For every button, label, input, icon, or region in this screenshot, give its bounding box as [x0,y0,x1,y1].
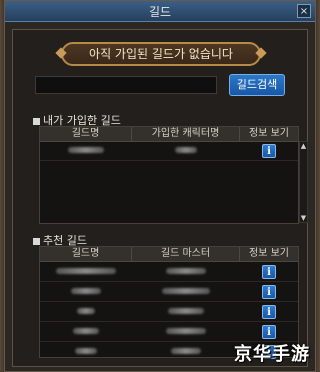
guild-window: 길드 × 아직 가입된 길드가 없습니다 길드검색 내가 가입한 길드 길드명 … [4,0,316,372]
section-bullet-icon [33,117,40,125]
guild-master-cell [132,347,240,357]
scroll-up-icon[interactable]: ▲ [300,142,307,150]
character-name-cell [132,146,240,156]
column-guild-master: 길드 마스터 [132,247,240,261]
info-cell: i [240,264,298,279]
info-cell: i [240,144,298,158]
table-row[interactable]: i [40,302,298,322]
table-row[interactable]: i [40,142,298,161]
recommended-table-header: 길드명 길드 마스터 정보 보기 [40,247,298,262]
guild-master-cell [132,307,240,317]
titlebar[interactable]: 길드 × [5,1,315,22]
blurred-text [162,287,210,294]
info-icon[interactable]: i [262,144,276,158]
guild-master-cell [132,327,240,337]
guild-name-cell [40,327,132,337]
no-guild-banner: 아직 가입된 길드가 없습니다 [61,42,261,66]
guild-name-cell [40,347,132,357]
blurred-text [77,307,95,314]
table-row[interactable]: i [40,322,298,342]
blurred-text [166,267,206,274]
close-button[interactable]: × [297,4,311,18]
table-row[interactable]: i [40,282,298,302]
blurred-text [68,147,104,153]
guild-name-cell [40,307,132,317]
my-guild-table: 길드명 가입한 캐릭터명 정보 보기 i ▲ ▼ [39,126,308,224]
info-icon[interactable]: i [262,324,276,339]
column-guild-name: 길드명 [40,127,132,141]
table-row[interactable]: i [40,262,298,282]
guild-search-button[interactable]: 길드검색 [229,74,285,96]
blurred-text [75,347,97,354]
guild-panel: 아직 가입된 길드가 없습니다 길드검색 내가 가입한 길드 길드명 가입한 캐… [12,29,308,367]
scroll-down-icon[interactable]: ▼ [300,214,307,222]
guild-search-input[interactable] [35,76,217,94]
blurred-text [175,147,197,153]
blurred-text [56,267,116,274]
blurred-text [73,327,99,334]
info-icon[interactable]: i [262,304,276,319]
blurred-text [71,287,101,294]
info-icon[interactable]: i [262,284,276,299]
info-icon[interactable]: i [262,264,276,279]
info-cell: i [240,304,298,319]
blurred-text [166,327,206,334]
my-guild-table-header: 길드명 가입한 캐릭터명 정보 보기 [40,127,298,142]
watermark: 京华手游 [234,344,310,365]
scrollbar[interactable]: ▲ ▼ [299,141,308,223]
blurred-text [171,347,201,354]
blurred-text [168,307,204,314]
guild-name-cell [40,146,132,156]
info-cell: i [240,324,298,339]
info-cell: i [240,284,298,299]
column-info: 정보 보기 [249,248,289,259]
window-title: 길드 [148,5,172,19]
guild-name-cell [40,267,132,277]
column-joined-character: 가입한 캐릭터명 [132,127,240,141]
guild-master-cell [132,287,240,297]
column-info: 정보 보기 [249,128,289,139]
guild-master-cell [132,267,240,277]
column-guild-name: 길드명 [40,247,132,261]
guild-name-cell [40,287,132,297]
section-bullet-icon [33,237,40,245]
